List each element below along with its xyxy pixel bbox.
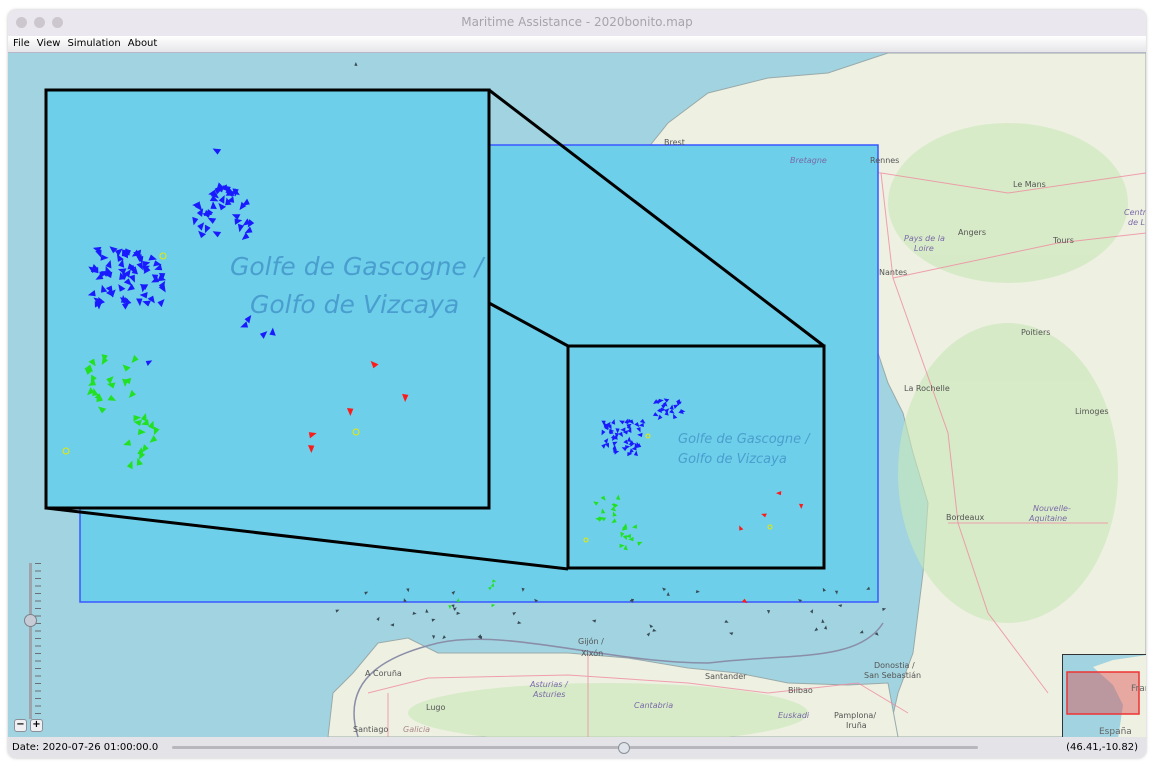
minimize-button[interactable] <box>34 17 45 28</box>
vessel-icon <box>512 611 517 616</box>
place-label: Limoges <box>1075 407 1109 416</box>
region-label: Bretagne <box>790 156 827 165</box>
map-view[interactable]: Brest Rennes Bretagne Le Mans Angers Tou… <box>8 53 1146 737</box>
region-label: Nouvelle- <box>1033 504 1071 513</box>
vessel-icon <box>376 616 380 622</box>
vessel-icon <box>766 610 771 614</box>
place-label: La Rochelle <box>904 384 950 393</box>
zoom-slider[interactable] <box>20 559 41 719</box>
region-label: Asturias / <box>529 680 569 689</box>
sea-label: Golfe de Gascogne / <box>230 252 486 281</box>
place-label: Xixón <box>581 648 603 658</box>
vessel-icon <box>335 609 340 613</box>
vessel-icon <box>452 607 457 612</box>
place-label: Rennes <box>870 156 899 165</box>
cursor-coordinates: (46.41,-10.82) <box>1066 742 1138 753</box>
vessel-icon <box>821 619 825 623</box>
region-label: Pays de la <box>904 234 945 243</box>
menu-file[interactable]: File <box>13 36 30 52</box>
place-label: Pamplona/ <box>834 711 876 720</box>
place-label: Santander <box>705 672 747 681</box>
zoom-button[interactable] <box>52 17 63 28</box>
vessel-icon <box>724 619 729 623</box>
place-label: Nantes <box>879 268 907 277</box>
menu-about[interactable]: About <box>128 36 158 52</box>
window-title: Maritime Assistance - 2020bonito.map <box>461 15 693 29</box>
title-bar: Maritime Assistance - 2020bonito.map <box>8 10 1146 36</box>
region-label: Galicia <box>403 725 430 734</box>
zoom-inset[interactable]: Golfe de Gascogne / Golfo de Vizcaya <box>44 88 491 510</box>
place-label: Donostia / <box>874 661 915 670</box>
simulation-date: Date: 2020-07-26 01:00:00.0 <box>12 742 159 753</box>
sea-label: Golfo de Vizcaya <box>678 452 787 467</box>
vessel-icon <box>824 625 828 630</box>
sea-label: Golfo de Vizcaya <box>250 290 459 319</box>
timeline-slider[interactable] <box>172 742 978 754</box>
vessel-icon <box>652 628 657 632</box>
vessel-icon <box>431 618 436 622</box>
vessel-icon <box>451 604 455 609</box>
place-label: Brest <box>664 138 685 147</box>
place-label: Bilbao <box>788 686 813 695</box>
region-label: Cantabria <box>634 701 673 710</box>
place-label: Angers <box>958 228 986 237</box>
zoom-slider-knob[interactable] <box>24 614 37 627</box>
place-label: Iruña <box>846 721 867 730</box>
region-label: Loire <box>914 244 934 253</box>
overview-label: España <box>1099 727 1132 737</box>
place-label: Tours <box>1052 236 1074 245</box>
place-label: Gijón / <box>578 636 604 646</box>
region-label: Aquitaine <box>1028 514 1067 523</box>
close-button[interactable] <box>16 17 27 28</box>
menu-bar: File View Simulation About <box>8 36 1146 53</box>
region-label: de L <box>1128 218 1145 227</box>
status-bar: Date: 2020-07-26 01:00:00.0 (46.41,-10.8… <box>8 737 1146 758</box>
vessel-icon <box>354 62 358 66</box>
vessel-icon <box>859 630 864 634</box>
overview-label: Fran <box>1131 684 1146 694</box>
region-label: Asturies <box>532 690 565 699</box>
vessel-icon <box>646 632 651 637</box>
vessel-icon <box>728 632 734 636</box>
zoom-in-button[interactable]: + <box>30 719 43 732</box>
vessel-icon <box>431 635 436 640</box>
place-label: Lugo <box>426 703 445 712</box>
sea-label: Golfe de Gascogne / <box>678 432 811 447</box>
place-label: Le Mans <box>1013 180 1046 189</box>
map-canvas[interactable]: Brest Rennes Bretagne Le Mans Angers Tou… <box>8 53 1146 737</box>
vessel-icon <box>491 604 496 608</box>
timeline-thumb[interactable] <box>618 742 631 754</box>
vessel-icon <box>412 611 417 615</box>
vessel-icon <box>591 619 597 623</box>
vessel-icon <box>814 627 819 632</box>
place-label: Bordeaux <box>946 513 985 522</box>
region-label: Euskadi <box>778 711 810 720</box>
vessel-icon <box>442 635 446 640</box>
vessel-icon <box>456 611 461 616</box>
vessel-icon <box>882 607 887 612</box>
place-label: Santiago <box>353 725 388 734</box>
vessel-icon <box>448 605 452 610</box>
place-label: A Coruña <box>365 669 402 678</box>
vessel-icon <box>649 624 654 629</box>
vessel-icon <box>425 608 429 613</box>
vessel-icon <box>810 609 814 614</box>
zoom-out-button[interactable]: − <box>14 719 27 732</box>
focus-box[interactable]: Golfe de Gascogne / Golfo de Vizcaya <box>566 344 826 570</box>
place-label: Poitiers <box>1021 328 1050 337</box>
menu-view[interactable]: View <box>37 36 61 52</box>
place-label: San Sebastián <box>864 671 921 680</box>
vessel-icon <box>517 621 522 625</box>
vessel-icon <box>390 623 395 627</box>
vessel-icon <box>837 604 843 608</box>
app-window: Maritime Assistance - 2020bonito.map Fil… <box>8 10 1146 758</box>
overview-minimap[interactable]: Fran España <box>1062 654 1146 737</box>
region-label: Centr <box>1124 208 1146 217</box>
menu-simulation[interactable]: Simulation <box>67 36 120 52</box>
